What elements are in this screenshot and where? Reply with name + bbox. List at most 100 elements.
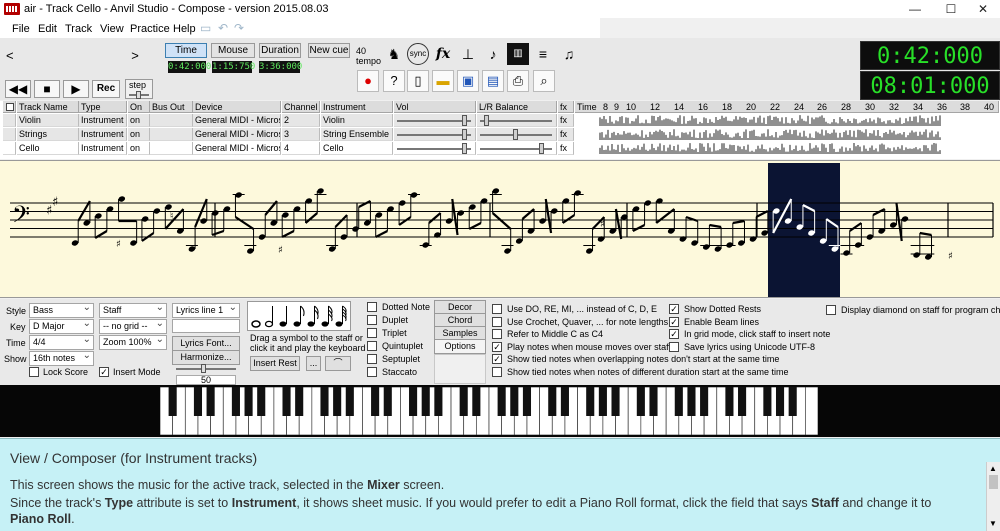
- track-instrument[interactable]: String Ensemble 1: [321, 128, 393, 141]
- track-instrument[interactable]: Cello: [321, 142, 393, 155]
- mixer-col-8[interactable]: Vol: [394, 101, 476, 113]
- note-beam[interactable]: [709, 223, 722, 229]
- mixer-col-2[interactable]: Type: [79, 101, 127, 113]
- septuplet-checkbox[interactable]: [367, 354, 377, 364]
- track-device[interactable]: General MIDI - Microso: [193, 142, 281, 155]
- black-key[interactable]: [497, 387, 506, 416]
- note-palette[interactable]: [247, 301, 351, 331]
- step-slider-knob[interactable]: [136, 91, 141, 99]
- black-key[interactable]: [775, 387, 785, 416]
- track-balance-slider[interactable]: [477, 142, 557, 155]
- show-select[interactable]: 16th notes: [29, 351, 94, 366]
- style-select[interactable]: Bass: [29, 303, 94, 318]
- note-beam[interactable]: [334, 214, 348, 228]
- lyrics-line-select[interactable]: Lyrics line 1: [172, 303, 240, 318]
- scroll-thumb[interactable]: [989, 475, 998, 489]
- black-key[interactable]: [560, 387, 569, 416]
- redo-icon[interactable]: ↷: [234, 22, 248, 34]
- mixer-icon[interactable]: ⊥: [457, 43, 479, 65]
- mixer-col-3[interactable]: On: [128, 101, 150, 113]
- play-button[interactable]: ▶: [63, 80, 89, 98]
- option-checkbox[interactable]: [492, 366, 502, 377]
- track-device[interactable]: General MIDI - Microso: [193, 128, 281, 141]
- save-as-icon[interactable]: ▤: [482, 70, 504, 92]
- note-beam[interactable]: [358, 200, 371, 208]
- maximize-icon[interactable]: ☐: [934, 0, 968, 18]
- note-beam[interactable]: [895, 202, 903, 242]
- track-channel[interactable]: 3: [282, 128, 320, 141]
- insert-mode-checkbox[interactable]: ✓: [99, 367, 109, 377]
- staff-canvas[interactable]: 𝄢 ♯♯♯♯♯♯♮: [0, 161, 1000, 299]
- mixer-col-6[interactable]: Channel: [282, 101, 320, 113]
- black-key[interactable]: [409, 387, 418, 416]
- black-key[interactable]: [434, 387, 443, 416]
- mixer-col-10[interactable]: fx: [558, 101, 574, 113]
- note-beam[interactable]: [491, 212, 512, 230]
- black-key[interactable]: [257, 387, 266, 416]
- option-checkbox[interactable]: ✓: [669, 316, 679, 327]
- note-beam[interactable]: [375, 230, 388, 238]
- stop-button[interactable]: ■: [34, 80, 60, 98]
- track-row-selector[interactable]: [3, 142, 16, 155]
- duration-mode-button[interactable]: Duration: [259, 43, 301, 58]
- black-key[interactable]: [244, 387, 253, 416]
- velocity-value[interactable]: 50: [176, 375, 236, 385]
- option-checkbox[interactable]: ✓: [669, 304, 679, 314]
- duplet-checkbox[interactable]: [367, 315, 377, 325]
- fx-icon[interactable]: fx: [432, 43, 454, 65]
- black-key[interactable]: [282, 387, 291, 416]
- black-key[interactable]: [548, 387, 557, 416]
- note-symbols[interactable]: [248, 302, 352, 332]
- new-file-icon[interactable]: ▯: [407, 70, 429, 92]
- track-activity-strip[interactable]: [598, 114, 942, 127]
- black-key[interactable]: [206, 387, 215, 416]
- track-instrument[interactable]: Violin: [321, 114, 393, 127]
- note-beam[interactable]: [304, 212, 318, 224]
- time-mode-button[interactable]: Time: [165, 43, 207, 58]
- clipboard-icon[interactable]: ▭: [200, 22, 214, 34]
- lyrics-input[interactable]: [172, 319, 240, 333]
- note-beam[interactable]: [732, 219, 745, 225]
- black-key[interactable]: [231, 387, 240, 416]
- balance-knob[interactable]: [483, 115, 489, 126]
- view-mode-select[interactable]: Staff: [99, 303, 167, 318]
- note-beam[interactable]: [211, 229, 225, 237]
- black-key[interactable]: [383, 387, 392, 416]
- insert-rest-button[interactable]: Insert Rest: [250, 356, 300, 371]
- black-key[interactable]: [421, 387, 430, 416]
- black-key[interactable]: [738, 387, 747, 416]
- quintuplet-checkbox[interactable]: [367, 341, 377, 351]
- black-key[interactable]: [510, 387, 519, 416]
- lock-score-checkbox[interactable]: [29, 367, 39, 377]
- piano-keyboard[interactable]: [160, 387, 818, 435]
- mouse-mode-button[interactable]: Mouse: [211, 43, 255, 58]
- black-key[interactable]: [611, 387, 620, 416]
- minimize-icon[interactable]: —: [898, 0, 932, 18]
- black-key[interactable]: [687, 387, 696, 416]
- note-beam[interactable]: [398, 216, 412, 226]
- track-row-selector[interactable]: [3, 128, 16, 141]
- option-checkbox[interactable]: [669, 341, 679, 352]
- option-checkbox[interactable]: ✓: [669, 329, 679, 339]
- undo-icon[interactable]: ↶: [218, 22, 232, 34]
- track-balance-slider[interactable]: [477, 128, 557, 141]
- track-volume-slider[interactable]: [394, 128, 476, 141]
- rewind-button[interactable]: ◀◀: [5, 80, 31, 98]
- note-beam[interactable]: [428, 212, 442, 224]
- black-key[interactable]: [371, 387, 380, 416]
- option-checkbox[interactable]: [492, 329, 502, 339]
- triplet-checkbox[interactable]: [367, 328, 377, 338]
- track-activity-strip[interactable]: [598, 142, 942, 155]
- black-key[interactable]: [333, 387, 342, 416]
- note-beam[interactable]: [614, 208, 623, 240]
- tempo-control[interactable]: 40 tempo: [356, 46, 381, 66]
- sync-icon[interactable]: sync: [407, 43, 429, 65]
- menu-track[interactable]: Track: [65, 23, 92, 35]
- option-checkbox[interactable]: ✓: [492, 354, 502, 364]
- record-button[interactable]: Rec: [92, 80, 120, 98]
- black-key[interactable]: [320, 387, 329, 416]
- scroll-down-icon[interactable]: ▼: [989, 519, 997, 528]
- track-fx[interactable]: fx: [558, 114, 574, 127]
- menu-help[interactable]: Help: [173, 23, 196, 35]
- volume-knob[interactable]: [461, 115, 467, 126]
